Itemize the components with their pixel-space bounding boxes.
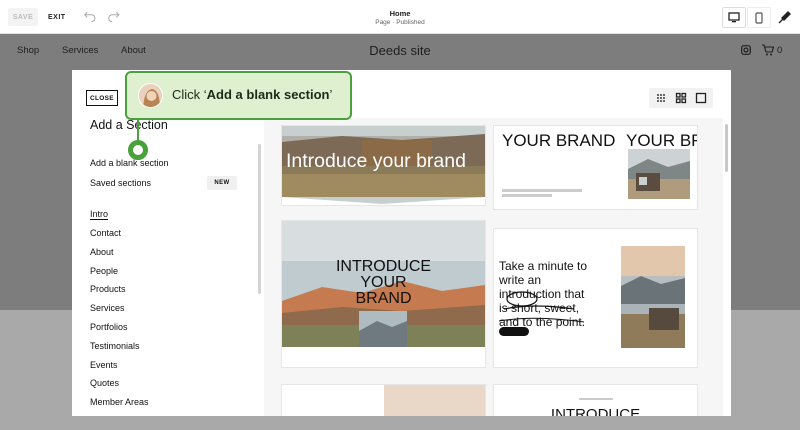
new-badge: NEW bbox=[207, 176, 237, 190]
mobile-view-button[interactable] bbox=[747, 7, 771, 28]
brush-icon[interactable] bbox=[776, 10, 792, 26]
template-intro-5[interactable] bbox=[282, 385, 485, 416]
category-products[interactable]: Products bbox=[90, 284, 126, 294]
category-quotes[interactable]: Quotes bbox=[90, 378, 119, 388]
category-people[interactable]: People bbox=[90, 266, 118, 276]
template-intro-1[interactable]: Introduce your brand bbox=[282, 126, 485, 205]
template-intro-3[interactable]: INTRODUCE YOUR BRAND bbox=[282, 221, 485, 367]
category-services[interactable]: Services bbox=[90, 303, 125, 313]
template-6-heading: INTRODUCE bbox=[550, 406, 641, 416]
callout-pointer-line bbox=[137, 118, 139, 140]
template-6-placeholder bbox=[579, 398, 613, 400]
category-testimonials[interactable]: Testimonials bbox=[90, 341, 140, 351]
site-title: Deeds site bbox=[369, 43, 431, 58]
add-section-modal: CLOSE Add a Section Add a blank section … bbox=[72, 70, 731, 416]
lake-cabin-image bbox=[621, 246, 685, 348]
category-member-areas[interactable]: Member Areas bbox=[90, 397, 149, 407]
click-target-indicator bbox=[128, 140, 148, 160]
callout-text: Click ‘Add a blank section’ bbox=[172, 87, 332, 102]
category-contact[interactable]: Contact bbox=[90, 228, 121, 238]
template-3-heading-3: BRAND bbox=[355, 290, 412, 307]
desktop-icon bbox=[728, 12, 740, 23]
view-toggle-group bbox=[649, 88, 713, 108]
cabin-image bbox=[628, 149, 690, 199]
template-2-heading: YOUR BRAND bbox=[502, 131, 616, 150]
template-1-heading: Introduce your brand bbox=[286, 150, 466, 172]
category-intro[interactable]: Intro bbox=[90, 209, 108, 219]
callout-emphasis: Add a blank section bbox=[206, 87, 330, 102]
template-intro-2[interactable]: YOUR BRAND YOUR BR bbox=[494, 126, 697, 209]
single-view-icon[interactable] bbox=[695, 92, 707, 104]
desktop-view-button[interactable] bbox=[722, 7, 746, 28]
mobile-icon bbox=[755, 11, 763, 24]
sand-image bbox=[282, 385, 485, 416]
grid-small-icon[interactable] bbox=[655, 92, 667, 104]
cart-count: 0 bbox=[777, 45, 783, 56]
editor-toolbar: SAVE EXIT Home Page · Published bbox=[0, 0, 800, 34]
template-2-heading-2: YOUR BR bbox=[626, 131, 697, 150]
saved-sections-option[interactable]: Saved sections bbox=[90, 178, 151, 188]
close-button[interactable]: CLOSE bbox=[86, 90, 118, 106]
gallery-scrollbar[interactable] bbox=[725, 124, 728, 172]
template-4-button bbox=[499, 327, 529, 336]
category-portfolios[interactable]: Portfolios bbox=[90, 322, 128, 332]
category-scrollbar[interactable] bbox=[258, 144, 261, 294]
category-events[interactable]: Events bbox=[90, 360, 118, 370]
instagram-icon[interactable] bbox=[741, 45, 751, 55]
page-status: Page · Published bbox=[375, 19, 425, 26]
grid-large-icon[interactable] bbox=[675, 92, 687, 104]
add-blank-section-option[interactable]: Add a blank section bbox=[90, 158, 169, 168]
callout-suffix: ’ bbox=[329, 87, 333, 102]
modal-title: Add a Section bbox=[90, 118, 168, 132]
template-intro-4[interactable]: Take a minute to write an introduction t… bbox=[494, 229, 697, 367]
template-gallery: Introduce your brand YOUR BRAND YOUR BR bbox=[264, 118, 723, 416]
template-2-body-placeholder bbox=[502, 189, 582, 192]
cart-icon[interactable] bbox=[761, 43, 775, 57]
guide-avatar bbox=[138, 83, 163, 108]
template-2-body-placeholder-2 bbox=[502, 194, 552, 197]
category-about[interactable]: About bbox=[90, 247, 114, 257]
scribble-annotation bbox=[498, 291, 585, 323]
page-title: Home bbox=[389, 9, 411, 18]
template-intro-6[interactable]: INTRODUCE bbox=[494, 385, 697, 416]
callout-prefix: Click ‘ bbox=[172, 87, 207, 102]
tutorial-callout: Click ‘Add a blank section’ bbox=[125, 71, 352, 120]
